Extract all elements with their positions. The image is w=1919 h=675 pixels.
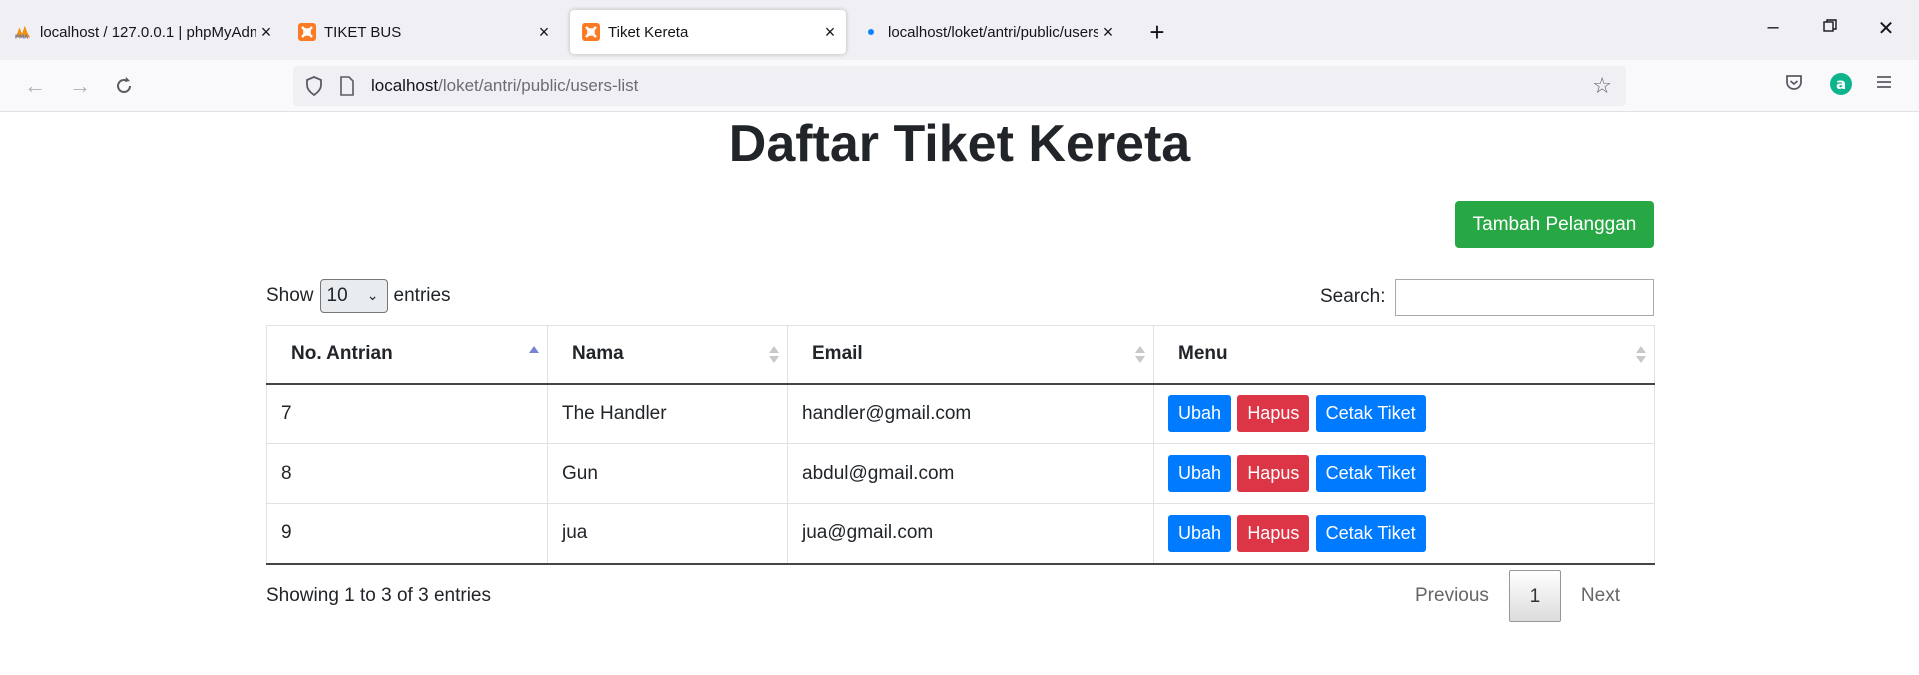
close-icon[interactable]: × [820, 22, 840, 43]
add-customer-button[interactable]: Tambah Pelanggan [1455, 201, 1654, 248]
phpmyadmin-icon: PMA [14, 23, 32, 41]
xampp-icon [582, 23, 600, 41]
close-icon[interactable]: × [1098, 22, 1118, 43]
table-row: 9 jua jua@gmail.com Ubah Hapus Cetak Tik… [266, 503, 1655, 565]
page-length-select[interactable]: 10 ⌄ [319, 279, 388, 313]
column-header-nama[interactable]: Nama [547, 325, 788, 385]
table-row: 8 Gun abdul@gmail.com Ubah Hapus Cetak T… [266, 443, 1655, 504]
cell-nama: jua [547, 503, 788, 565]
cell-nama: The Handler [547, 383, 788, 444]
tab-phpmyadmin[interactable]: PMA localhost / 127.0.0.1 | phpMyAdmin × [14, 10, 276, 54]
column-header-email[interactable]: Email [787, 325, 1154, 385]
print-ticket-button[interactable]: Cetak Tiket [1315, 455, 1426, 492]
table-row: 7 The Handler handler@gmail.com Ubah Hap… [266, 383, 1655, 444]
tab-label: Tiket Kereta [608, 23, 689, 41]
sort-ascending-icon [529, 344, 539, 366]
cell-menu: Ubah Hapus Cetak Tiket [1153, 503, 1655, 565]
loading-dot-icon [862, 23, 880, 41]
cell-menu: Ubah Hapus Cetak Tiket [1153, 383, 1655, 444]
column-header-label: Nama [572, 343, 624, 365]
pocket-icon[interactable] [1784, 73, 1804, 98]
browser-tab-bar: PMA localhost / 127.0.0.1 | phpMyAdmin ×… [0, 0, 1919, 60]
chevron-down-icon: ⌄ [366, 287, 379, 303]
tab-users-list[interactable]: localhost/loket/antri/public/users-list … [862, 10, 1118, 54]
column-header-label: Menu [1178, 343, 1228, 365]
sort-icon [769, 344, 779, 366]
next-page-button[interactable]: Next [1561, 570, 1640, 622]
search-control: Search: [1320, 278, 1655, 316]
users-table: No. Antrian Nama Email Menu 7 The Handle… [266, 325, 1655, 565]
close-icon[interactable]: × [534, 22, 554, 43]
delete-button[interactable]: Hapus [1237, 455, 1310, 492]
print-ticket-button[interactable]: Cetak Tiket [1315, 395, 1426, 433]
show-label: Show [266, 285, 314, 306]
column-header-menu[interactable]: Menu [1153, 325, 1655, 385]
url-text[interactable]: localhost/loket/antri/public/users-list [371, 76, 638, 96]
delete-button[interactable]: Hapus [1237, 514, 1310, 552]
cell-email: jua@gmail.com [787, 503, 1154, 565]
column-header-label: Email [812, 343, 863, 365]
tab-label: localhost / 127.0.0.1 | phpMyAdmin [40, 23, 256, 41]
new-tab-icon[interactable]: + [1142, 14, 1172, 50]
sort-icon [1135, 344, 1145, 366]
address-bar[interactable]: localhost/loket/antri/public/users-list … [293, 66, 1626, 106]
tab-tiket-kereta[interactable]: Tiket Kereta × [570, 10, 846, 54]
search-input[interactable] [1395, 278, 1655, 316]
url-host: localhost [371, 76, 439, 95]
edit-button[interactable]: Ubah [1168, 395, 1232, 433]
cell-email: abdul@gmail.com [787, 443, 1154, 504]
back-icon[interactable]: ← [21, 72, 49, 100]
column-header-label: No. Antrian [291, 343, 393, 365]
page-icon[interactable] [339, 76, 355, 101]
url-path: /loket/antri/public/users-list [438, 76, 639, 95]
cell-email: handler@gmail.com [787, 383, 1154, 444]
reload-icon[interactable] [110, 72, 138, 100]
sort-icon [1636, 344, 1646, 366]
tab-label: TIKET BUS [324, 23, 402, 41]
browser-toolbar: ← → localhost/loket/antri/public/users-l… [0, 60, 1919, 112]
forward-icon[interactable]: → [66, 72, 94, 100]
xampp-icon [298, 23, 316, 41]
table-header-row: No. Antrian Nama Email Menu [266, 325, 1655, 385]
account-avatar-icon[interactable]: a [1829, 72, 1853, 101]
restore-icon[interactable] [1815, 16, 1845, 39]
tab-tiket-bus[interactable]: TIKET BUS × [298, 10, 554, 54]
svg-text:a: a [1836, 75, 1846, 93]
menu-hamburger-icon[interactable] [1875, 73, 1893, 96]
cell-menu: Ubah Hapus Cetak Tiket [1153, 443, 1655, 504]
previous-page-button[interactable]: Previous [1395, 570, 1509, 622]
entries-label: entries [393, 285, 451, 306]
cell-no-antrian: 9 [266, 503, 548, 565]
shield-icon[interactable] [305, 76, 323, 101]
edit-button[interactable]: Ubah [1168, 455, 1232, 492]
close-window-icon[interactable]: ✕ [1871, 16, 1901, 41]
print-ticket-button[interactable]: Cetak Tiket [1315, 514, 1426, 552]
search-label: Search: [1320, 286, 1386, 307]
tab-label: localhost/loket/antri/public/users-list [888, 23, 1098, 41]
cell-no-antrian: 8 [266, 443, 548, 504]
column-header-no-antrian[interactable]: No. Antrian [266, 325, 548, 385]
pagination: Previous 1 Next [1395, 570, 1640, 622]
delete-button[interactable]: Hapus [1237, 395, 1310, 433]
table-info: Showing 1 to 3 of 3 entries [266, 585, 491, 606]
edit-button[interactable]: Ubah [1168, 514, 1232, 552]
cell-nama: Gun [547, 443, 788, 504]
page-length-control: Show 10 ⌄ entries [266, 278, 451, 314]
minimize-icon[interactable]: – [1758, 16, 1788, 39]
svg-text:PMA: PMA [15, 34, 29, 40]
page-button-current[interactable]: 1 [1508, 570, 1561, 622]
page-title: Daftar Tiket Kereta [728, 115, 1191, 173]
cell-no-antrian: 7 [266, 383, 548, 444]
bookmark-star-icon[interactable]: ☆ [1592, 73, 1612, 99]
close-icon[interactable]: × [256, 22, 276, 43]
page-length-value: 10 [326, 285, 348, 306]
